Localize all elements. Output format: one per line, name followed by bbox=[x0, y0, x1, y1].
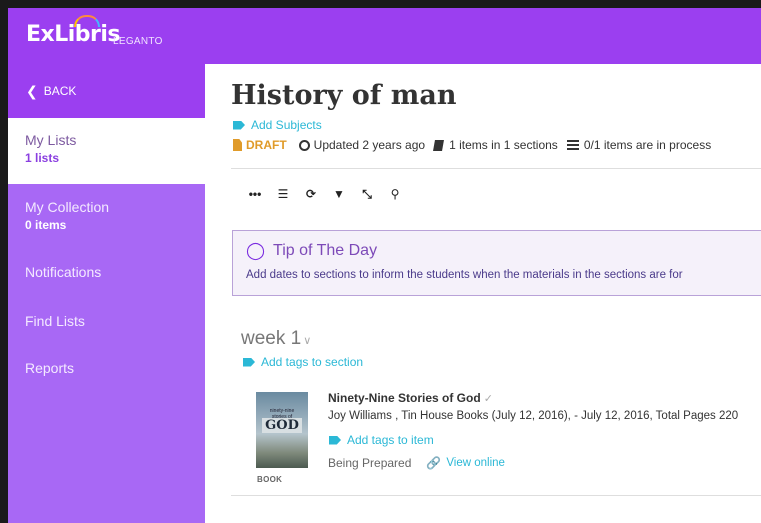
item-description: Joy Williams , Tin House Books (July 12,… bbox=[328, 410, 739, 422]
chevron-down-icon[interactable]: ∨ bbox=[303, 335, 311, 347]
cover-title: GOD bbox=[262, 418, 302, 433]
item-title[interactable]: Ninety-Nine Stories of God ✓ bbox=[328, 391, 493, 405]
sidebar-item-my-collection[interactable]: My Collection 0 items bbox=[25, 199, 109, 232]
item-footer: Being Prepared 🔗 View online bbox=[328, 456, 505, 470]
list-meta: DRAFT Updated 2 years ago 1 items in 1 s… bbox=[233, 138, 711, 152]
main-content: History of man Add Subjects DRAFT Update… bbox=[205, 64, 761, 523]
add-tags-section-label: Add tags to section bbox=[261, 355, 364, 369]
item-type-label: BOOK bbox=[257, 475, 283, 484]
file-icon bbox=[233, 139, 242, 151]
logo[interactable]: ExLibris bbox=[26, 22, 121, 47]
updated-text: Updated 2 years ago bbox=[313, 138, 426, 152]
link-icon: 🔗 bbox=[426, 456, 442, 470]
sidebar-item-find-lists[interactable]: Find Lists bbox=[25, 313, 85, 329]
status-badge[interactable]: DRAFT bbox=[246, 138, 287, 152]
add-tags-section-link[interactable]: Add tags to section bbox=[243, 355, 363, 369]
check-icon: ✓ bbox=[483, 393, 493, 405]
search-icon[interactable]: ⚲ bbox=[381, 184, 409, 204]
process-summary: 0/1 items are in process bbox=[583, 138, 712, 152]
add-tags-item-label: Add tags to item bbox=[347, 433, 434, 447]
tag-icon bbox=[243, 357, 255, 367]
sidebar-item-count: 1 lists bbox=[25, 151, 60, 165]
filter-icon[interactable]: ▼ bbox=[325, 184, 353, 204]
sidebar-item-label: My Collection bbox=[25, 199, 110, 215]
divider bbox=[231, 495, 761, 496]
add-tags-item-link[interactable]: Add tags to item bbox=[329, 433, 434, 447]
tip-text: Add dates to sections to inform the stud… bbox=[246, 269, 683, 281]
sidebar-item-reports[interactable]: Reports bbox=[25, 360, 74, 376]
book-icon bbox=[433, 139, 445, 151]
lightbulb-icon: ◯ bbox=[246, 241, 266, 260]
top-bar: ExLibris LEGANTO bbox=[8, 8, 761, 64]
product-name: LEGANTO bbox=[113, 36, 163, 47]
sidebar-item-my-lists[interactable]: My Lists 1 lists bbox=[8, 118, 205, 184]
reading-status: Being Prepared bbox=[328, 456, 412, 470]
book-cover[interactable]: ninety-nine stories of GOD bbox=[256, 392, 308, 468]
back-button[interactable]: ❮ BACK bbox=[8, 64, 205, 118]
chevron-left-icon: ❮ bbox=[26, 82, 38, 99]
tip-header: ◯ Tip of The Day bbox=[246, 241, 377, 261]
add-subjects-link[interactable]: Add Subjects bbox=[233, 118, 322, 132]
tag-icon bbox=[329, 435, 341, 445]
list-view-icon[interactable]: ☰ bbox=[269, 184, 297, 204]
item-title-text: Ninety-Nine Stories of God bbox=[328, 391, 481, 405]
back-label: BACK bbox=[43, 84, 77, 98]
sidebar: ❮ BACK My Lists 1 lists My Collection 0 … bbox=[8, 64, 205, 523]
refresh-icon[interactable]: ⟳ bbox=[297, 184, 325, 204]
collapse-icon[interactable]: ⤡ bbox=[353, 184, 381, 204]
section-title[interactable]: week 1 ∨ bbox=[241, 328, 311, 350]
divider bbox=[231, 168, 761, 169]
page-title: History of man bbox=[231, 80, 457, 111]
tip-title: Tip of The Day bbox=[273, 242, 378, 259]
tip-of-the-day: ◯ Tip of The Day Add dates to sections t… bbox=[232, 230, 761, 296]
list-icon bbox=[566, 140, 579, 150]
view-online-link[interactable]: View online bbox=[446, 457, 505, 469]
items-summary: 1 items in 1 sections bbox=[449, 138, 558, 152]
add-subjects-label: Add Subjects bbox=[251, 118, 322, 132]
sidebar-item-label: My Lists bbox=[25, 132, 77, 148]
clock-icon bbox=[298, 139, 310, 151]
tag-icon bbox=[233, 120, 245, 130]
sidebar-item-notifications[interactable]: Notifications bbox=[25, 264, 101, 280]
toolbar: ••• ☰ ⟳ ▼ ⤡ ⚲ bbox=[241, 184, 409, 204]
more-icon[interactable]: ••• bbox=[241, 184, 269, 204]
sidebar-item-count: 0 items bbox=[25, 218, 67, 232]
section-name: week 1 bbox=[241, 328, 302, 349]
